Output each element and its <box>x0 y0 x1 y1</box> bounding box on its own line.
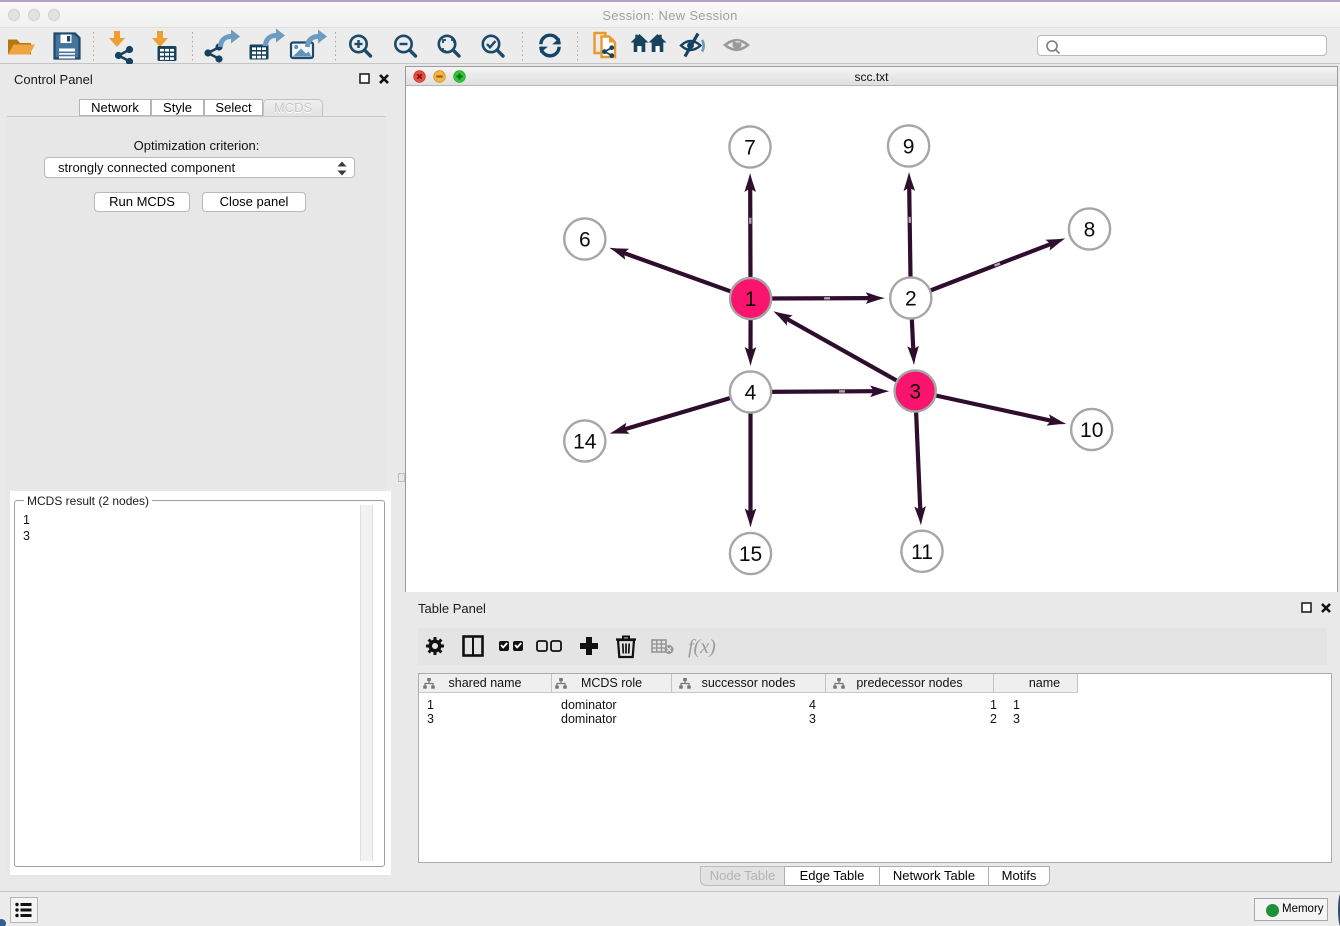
svg-text:2: 2 <box>905 288 917 311</box>
svg-text:4: 4 <box>745 382 757 405</box>
svg-text:15: 15 <box>739 543 762 566</box>
svg-text:11: 11 <box>911 541 933 564</box>
svg-text:7: 7 <box>744 137 756 160</box>
svg-text:6: 6 <box>579 229 591 252</box>
svg-text:8: 8 <box>1084 219 1096 242</box>
svg-text:14: 14 <box>573 431 597 454</box>
svg-text:f(x): f(x) <box>688 636 716 658</box>
svg-text:9: 9 <box>903 136 915 159</box>
svg-text:1: 1 <box>745 288 757 311</box>
svg-text:10: 10 <box>1080 419 1103 442</box>
svg-text:3: 3 <box>909 381 921 404</box>
